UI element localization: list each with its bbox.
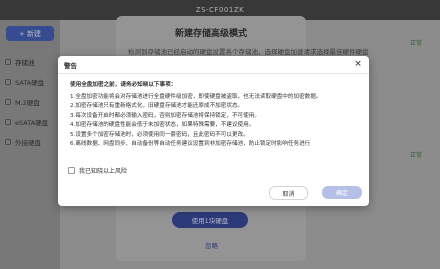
warning-dialog: 警告 × 使用全盘加密之前，请务必知晓以下事项： 1.全盘加密功能将会对存储池进… xyxy=(58,56,369,206)
dialog-title: 警告 xyxy=(64,61,77,70)
notice-item: 6.离线数据、网盘同步、自动备份等自动任务建议设置到非加密存储池，防止锁定时影响… xyxy=(70,141,311,147)
cancel-button[interactable]: 取消 xyxy=(269,186,308,200)
confirm-button[interactable]: 确定 xyxy=(322,186,362,199)
acknowledge-checkbox[interactable] xyxy=(68,167,75,174)
app-window: ZS-CF001ZK + 新建 存储池 SATA硬盘 M.2硬盘 eSATA硬盘 xyxy=(0,0,440,269)
acknowledge-row[interactable]: 我已知晓以上风险 xyxy=(68,166,127,175)
dialog-content: 使用全盘加密之前，请务必知晓以下事项： 1.全盘加密功能将会对存储池进行全盘硬件… xyxy=(58,74,369,150)
notice-item: 5.设置多个加密存储池时，必须使用同一套密码，且此密码不可以更改。 xyxy=(70,131,249,138)
notice-item: 1.全盘加密功能将会对存储池进行全盘硬件级加密，即使硬盘被盗取，也无法读取硬盘中… xyxy=(70,93,322,100)
acknowledge-label: 我已知晓以上风险 xyxy=(79,168,128,175)
notice-item: 3.每次设备开启时都必须输入密码，否则加密存储池将保持锁定，不可使用。 xyxy=(70,112,260,119)
notice-item: 4.加密存储池的硬盘性能会低于未加密状态，如果特殊需要，不建议使用。 xyxy=(70,122,255,128)
close-icon[interactable]: × xyxy=(353,59,363,69)
dialog-header: 警告 × xyxy=(58,56,369,74)
dialog-heading: 使用全盘加密之前，请务必知晓以下事项： xyxy=(70,82,177,88)
notice-item: 2.加密存储池只有重新格式化，旧硬盘存储池才能还原成不加密状态。 xyxy=(70,103,244,109)
